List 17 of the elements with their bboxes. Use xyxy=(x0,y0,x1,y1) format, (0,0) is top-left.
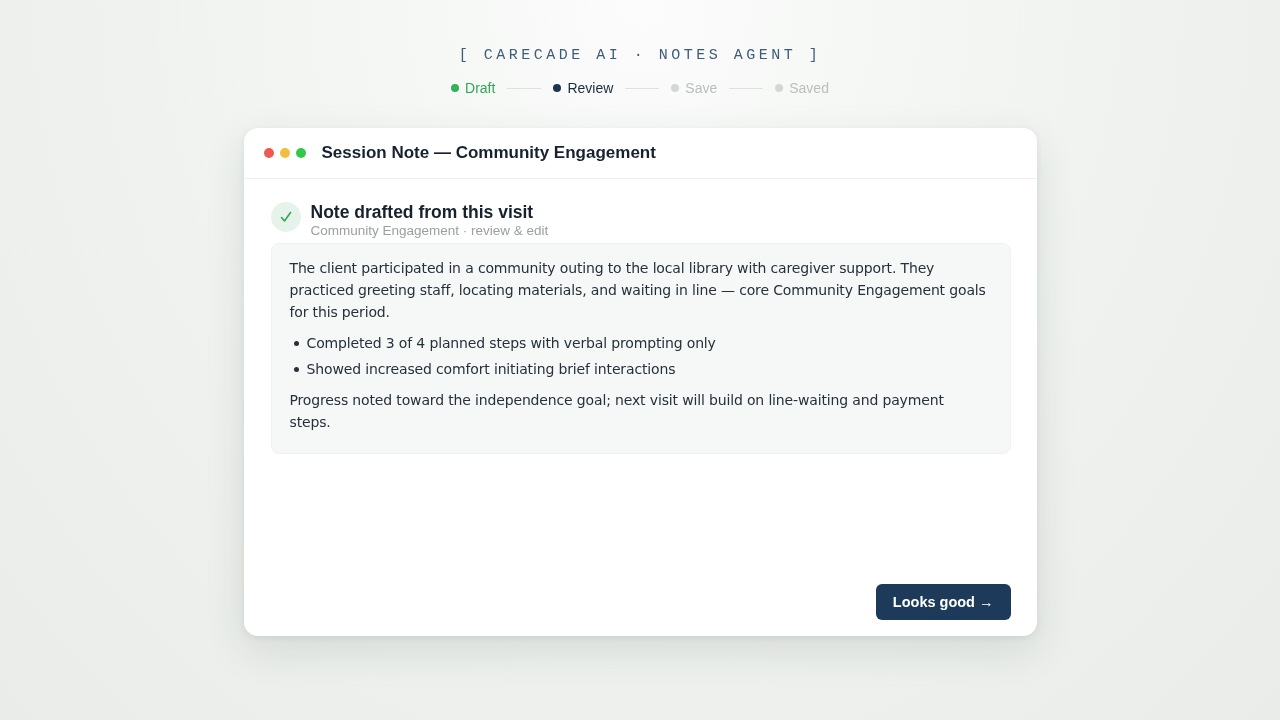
step-label: Draft xyxy=(465,80,496,96)
check-icon xyxy=(270,202,301,232)
note-paragraph: The client participated in a community outing to the local library with caregiver support. They practiced greeting staff, locating materials, and waiting in line — core Community Engagement goals for this period. xyxy=(289,259,987,322)
bullet-text: Showed increased comfort initiating brief interactions xyxy=(306,360,676,379)
brand-title: [ CARECADE AI · NOTES AGENT ] xyxy=(458,46,822,66)
window-title: Session Note — Community Engagement xyxy=(321,143,656,163)
bullet-text: Completed 3 of 4 planned steps with verbal prompting only xyxy=(306,334,716,353)
status-subtitle: Community Engagement · review & edit xyxy=(310,223,549,238)
bullet-icon xyxy=(293,366,299,372)
step-label: Review xyxy=(567,80,614,96)
note-paragraph: Progress noted toward the independence goal; next visit will build on line-waiting and payment steps. xyxy=(289,391,945,432)
window-controls-icon[interactable] xyxy=(263,148,306,158)
step-label: Saved xyxy=(789,80,829,96)
bullet-icon xyxy=(293,340,299,346)
status-heading: Note drafted from this visit xyxy=(310,201,535,223)
looks-good-button[interactable]: Looks good → xyxy=(875,584,1011,620)
step-label: Save xyxy=(685,80,718,96)
